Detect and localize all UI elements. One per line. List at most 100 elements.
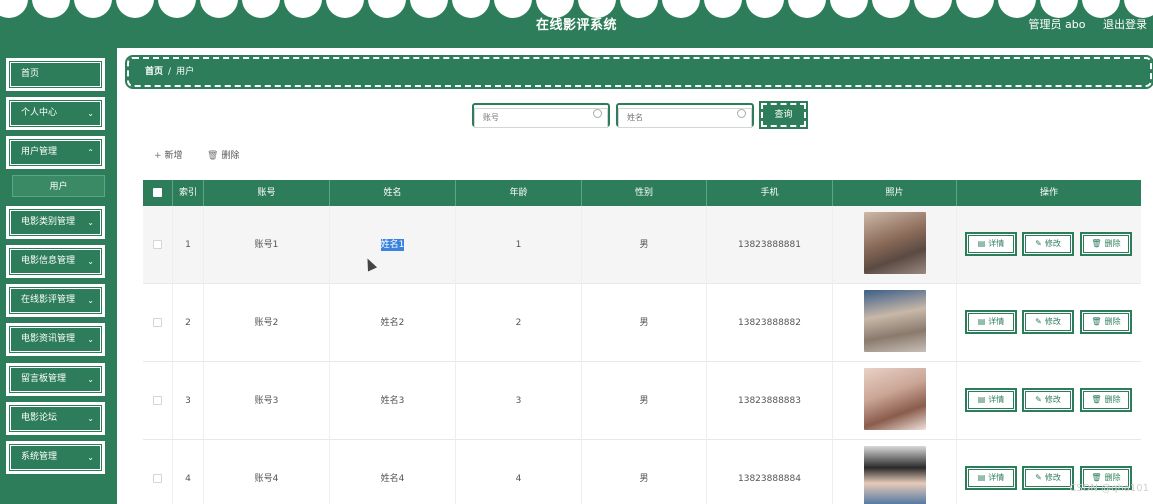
- chevron-down-icon: ⌄: [87, 453, 94, 462]
- sidebar-item-movie-forum[interactable]: 电影论坛 ⌄: [6, 402, 105, 435]
- column-header: 照片: [833, 180, 957, 206]
- chevron-down-icon: ⌄: [87, 414, 94, 423]
- delete-button[interactable]: 🗑 删除: [1080, 388, 1132, 412]
- row-select-cell: [143, 206, 173, 284]
- table-header: 索引 账号 姓名 年龄 性别 手机 照片 操作: [143, 180, 1141, 206]
- detail-label: 详情: [988, 239, 1005, 248]
- row-checkbox[interactable]: [153, 240, 162, 249]
- batch-delete-button[interactable]: 🗑 删除: [207, 148, 239, 161]
- detail-button[interactable]: ▤ 详情: [965, 388, 1017, 412]
- trash-icon: 🗑: [207, 151, 219, 161]
- phone-cell: 13823888881: [707, 206, 833, 284]
- index-cell: 1: [173, 206, 204, 284]
- table-row[interactable]: 4 账号4 姓名4 4 男 13823888884 ▤ 详情 ✎ 修改 🗑 删除: [143, 440, 1141, 504]
- phone-cell: 13823888884: [707, 440, 833, 504]
- delete-button[interactable]: 🗑 删除: [1080, 310, 1132, 334]
- column-header: 年龄: [456, 180, 582, 206]
- gender-cell: 男: [582, 284, 707, 362]
- row-select-cell: [143, 440, 173, 504]
- chevron-down-icon: ⌄: [87, 218, 94, 227]
- sidebar-item-home[interactable]: 首页: [6, 58, 105, 91]
- edit-icon: ✎: [1035, 239, 1042, 248]
- sidebar-item-system[interactable]: 系统管理 ⌄: [6, 441, 105, 474]
- name-search-input[interactable]: [618, 107, 752, 128]
- user-area: 管理员 abo 退出登录: [1015, 16, 1147, 32]
- row-checkbox[interactable]: [153, 318, 162, 327]
- trash-icon: 🗑: [1091, 317, 1102, 326]
- breadcrumb-separator: /: [168, 67, 172, 77]
- edit-button[interactable]: ✎ 修改: [1022, 232, 1074, 256]
- detail-button[interactable]: ▤ 详情: [965, 466, 1017, 490]
- select-all-checkbox[interactable]: [153, 188, 162, 197]
- sidebar-item-online-review[interactable]: 在线影评管理 ⌄: [6, 284, 105, 317]
- chevron-down-icon: ⌄: [87, 257, 94, 266]
- column-header: 操作: [1039, 188, 1058, 198]
- sidebar-item-personal-center[interactable]: 个人中心 ⌄: [6, 97, 105, 130]
- delete-label: 删除: [1104, 395, 1121, 404]
- sidebar-item-movie-category[interactable]: 电影类别管理 ⌄: [6, 206, 105, 239]
- account-cell: 账号4: [204, 440, 330, 504]
- document-icon: ▤: [977, 395, 986, 404]
- row-checkbox[interactable]: [153, 396, 162, 405]
- index-cell: 2: [173, 284, 204, 362]
- row-checkbox[interactable]: [153, 474, 162, 483]
- user-photo[interactable]: [864, 290, 926, 352]
- table-row[interactable]: 2 账号2 姓名2 2 男 13823888882 ▤ 详情 ✎ 修改 🗑 删除: [143, 284, 1141, 362]
- table-row[interactable]: 3 账号3 姓名3 3 男 13823888883 ▤ 详情 ✎ 修改 🗑 删除: [143, 362, 1141, 440]
- add-button[interactable]: + 新增: [154, 148, 183, 161]
- user-photo[interactable]: [864, 212, 926, 274]
- account-cell: 账号1: [204, 206, 330, 284]
- user-photo[interactable]: [864, 368, 926, 430]
- sidebar-item-label: 电影论坛: [21, 413, 58, 423]
- delete-button[interactable]: 🗑 删除: [1080, 232, 1132, 256]
- current-user-label: 管理员 abo: [1028, 18, 1086, 31]
- account-search-input[interactable]: [474, 107, 608, 128]
- detail-button[interactable]: ▤ 详情: [965, 232, 1017, 256]
- sidebar-item-label: 系统管理: [21, 452, 58, 462]
- name-text: 姓名3: [380, 396, 405, 406]
- account-cell: 账号2: [204, 284, 330, 362]
- detail-label: 详情: [988, 473, 1005, 482]
- detail-button[interactable]: ▤ 详情: [965, 310, 1017, 334]
- gender-cell: 男: [582, 206, 707, 284]
- watermark: CSDN @qha101: [1069, 483, 1149, 494]
- sidebar-item-movie-info[interactable]: 电影信息管理 ⌄: [6, 245, 105, 278]
- detail-label: 详情: [988, 395, 1005, 404]
- chevron-down-icon: ⌄: [87, 335, 94, 344]
- column-header: 手机: [707, 180, 833, 206]
- edit-button[interactable]: ✎ 修改: [1022, 466, 1074, 490]
- phone-cell: 13823888883: [707, 362, 833, 440]
- user-photo[interactable]: [864, 446, 926, 504]
- row-select-cell: [143, 362, 173, 440]
- sidebar-item-message-board[interactable]: 留言板管理 ⌄: [6, 363, 105, 396]
- sidebar-item-label: 留言板管理: [21, 374, 67, 384]
- sidebar-subitem-users[interactable]: 用户: [12, 175, 105, 197]
- delete-button-label: 删除: [221, 151, 240, 161]
- sidebar-item-label: 用户管理: [21, 147, 58, 157]
- row-select-cell: [143, 284, 173, 362]
- column-header: 账号: [204, 180, 330, 206]
- edit-button[interactable]: ✎ 修改: [1022, 388, 1074, 412]
- document-icon: ▤: [977, 473, 986, 482]
- edit-icon: ✎: [1035, 473, 1042, 482]
- search-icon: [593, 109, 602, 118]
- select-all-cell: [143, 180, 173, 206]
- edit-button[interactable]: ✎ 修改: [1022, 310, 1074, 334]
- age-cell: 2: [456, 284, 582, 362]
- sidebar-item-label: 首页: [21, 69, 40, 79]
- sidebar-item-user-management[interactable]: 用户管理 ⌃: [6, 136, 105, 169]
- plus-icon: +: [154, 151, 162, 161]
- index-cell: 3: [173, 362, 204, 440]
- trash-icon: 🗑: [1091, 239, 1102, 248]
- table-row[interactable]: 1 账号1 姓名1 1 男 13823888881 ▤ 详情 ✎ 修改 🗑 删除: [143, 206, 1141, 284]
- delete-label: 删除: [1104, 317, 1121, 326]
- sidebar-item-movie-news[interactable]: 电影资讯管理 ⌄: [6, 323, 105, 356]
- search-icon: [737, 109, 746, 118]
- breadcrumb-current: 用户: [176, 67, 195, 77]
- breadcrumb-home[interactable]: 首页: [145, 67, 163, 77]
- chevron-down-icon: ⌄: [87, 109, 94, 118]
- query-button[interactable]: 查询: [759, 101, 808, 129]
- name-cell: 姓名3: [330, 362, 456, 440]
- logout-link[interactable]: 退出登录: [1103, 18, 1147, 31]
- document-icon: ▤: [977, 317, 986, 326]
